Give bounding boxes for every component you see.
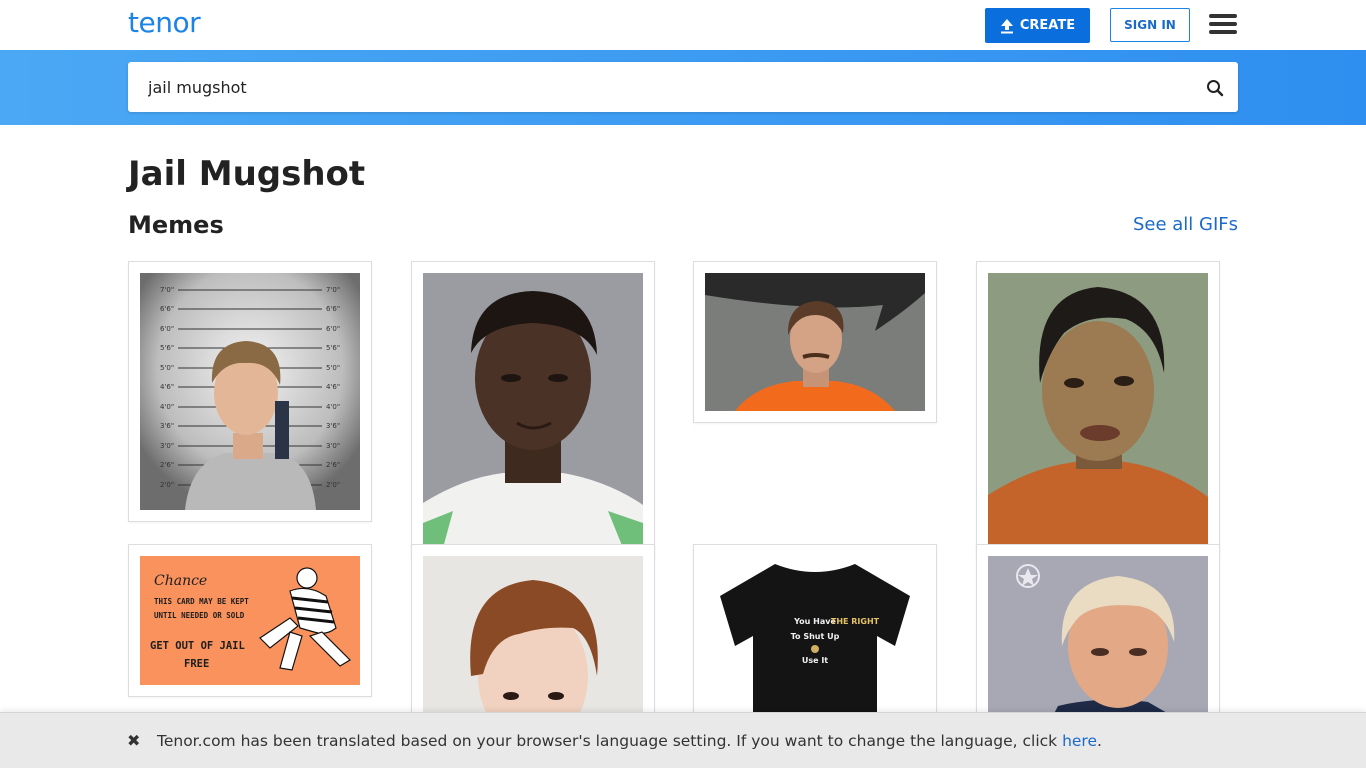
- language-change-link[interactable]: here: [1062, 732, 1097, 750]
- chance-title: Chance: [154, 573, 207, 589]
- search-icon[interactable]: [1206, 79, 1224, 97]
- gif-card[interactable]: 7'0" 6'6" 6'0" 5'6" 5'0" 4'6" 4'0" 3'6" …: [128, 261, 372, 522]
- search-box: [128, 62, 1238, 112]
- height-label: 5'6": [160, 344, 174, 352]
- gif-image: 7'0" 6'6" 6'0" 5'6" 5'0" 4'6" 4'0" 3'6" …: [140, 273, 360, 510]
- height-label: 3'0": [326, 442, 340, 450]
- create-button[interactable]: CREATE: [985, 8, 1090, 43]
- tshirt-line: To Shut Up: [791, 632, 840, 641]
- height-label: 2'0": [326, 481, 340, 489]
- height-label: 5'0": [160, 364, 174, 372]
- see-all-gifs-link[interactable]: See all GIFs: [1133, 214, 1238, 235]
- chance-line: UNTIL NEEDED OR SOLD: [154, 611, 245, 620]
- language-notice-message: Tenor.com has been translated based on y…: [157, 732, 1063, 750]
- height-label: 4'0": [160, 403, 174, 411]
- chance-card-image: Chance THIS CARD MAY BE KEPT UNTIL NEEDE…: [140, 556, 360, 685]
- height-label: 2'6": [160, 461, 174, 469]
- chance-line: GET OUT OF JAIL: [150, 640, 245, 652]
- height-label: 6'6": [160, 305, 174, 313]
- height-label: 3'6": [326, 422, 340, 430]
- gif-card[interactable]: [693, 261, 937, 423]
- gif-card[interactable]: Chance THIS CARD MAY BE KEPT UNTIL NEEDE…: [128, 544, 372, 697]
- height-label: 7'0": [326, 286, 340, 294]
- tshirt-line: Use It: [802, 656, 828, 665]
- height-label: 2'6": [326, 461, 340, 469]
- height-label: 2'0": [160, 481, 174, 489]
- gif-card[interactable]: You Have THE RIGHT To Shut Up Use It: [693, 544, 937, 725]
- gif-image: [423, 273, 643, 548]
- language-notice-bar: ✖ Tenor.com has been translated based on…: [0, 712, 1366, 768]
- chance-line: THIS CARD MAY BE KEPT: [154, 597, 249, 606]
- height-label: 6'0": [326, 325, 340, 333]
- close-icon[interactable]: ✖: [127, 731, 140, 750]
- height-label: 5'0": [326, 364, 340, 372]
- gif-image: [705, 273, 925, 411]
- height-label: 4'0": [326, 403, 340, 411]
- gif-image: [423, 556, 643, 725]
- chance-line: FREE: [184, 658, 209, 670]
- language-notice-text: Tenor.com has been translated based on y…: [157, 732, 1102, 750]
- gif-image: You Have THE RIGHT To Shut Up Use It: [705, 556, 925, 725]
- height-label: 4'6": [326, 383, 340, 391]
- hamburger-menu-icon[interactable]: [1209, 14, 1239, 36]
- height-label: 6'0": [160, 325, 174, 333]
- create-button-label: CREATE: [1019, 18, 1076, 33]
- height-label: 5'6": [326, 344, 340, 352]
- search-input[interactable]: [148, 62, 1188, 112]
- gif-card[interactable]: [411, 261, 655, 559]
- upload-icon: [1000, 18, 1013, 33]
- height-label: 7'0": [160, 286, 174, 294]
- search-band: [0, 50, 1366, 125]
- height-label: 4'6": [160, 383, 174, 391]
- tenor-logo[interactable]: tenor: [128, 6, 201, 39]
- top-bar: tenor CREATE SIGN IN: [0, 0, 1366, 50]
- gif-card[interactable]: [976, 544, 1220, 725]
- page-title: Jail Mugshot: [128, 154, 366, 194]
- gif-card[interactable]: [976, 261, 1220, 555]
- gif-card[interactable]: [411, 544, 655, 725]
- height-label: 3'6": [160, 422, 174, 430]
- gif-image: [988, 556, 1208, 725]
- height-label: 6'6": [326, 305, 340, 313]
- language-notice-end: .: [1097, 732, 1102, 750]
- tshirt-line: THE RIGHT: [831, 617, 880, 626]
- gif-image: [988, 273, 1208, 544]
- sign-in-button[interactable]: SIGN IN: [1110, 8, 1190, 42]
- height-label: 3'0": [160, 442, 174, 450]
- section-title: Memes: [128, 211, 224, 239]
